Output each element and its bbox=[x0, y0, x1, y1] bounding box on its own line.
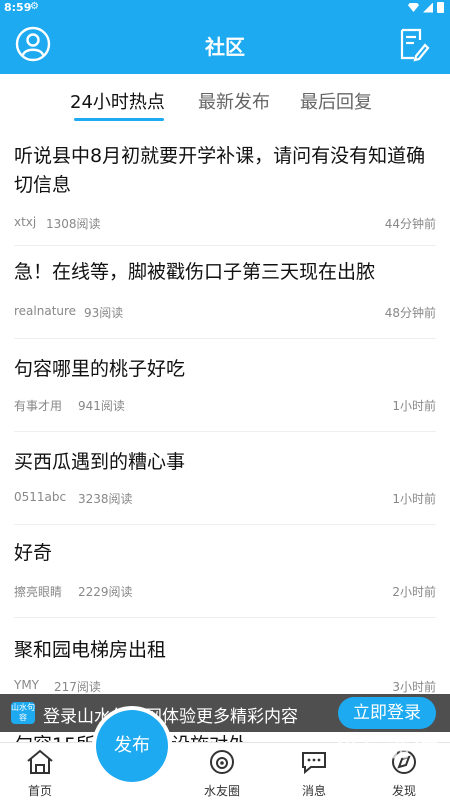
login-button[interactable]: 立即登录 bbox=[338, 697, 436, 729]
post-meta: YMY 217阅读 3小时前 bbox=[14, 676, 436, 696]
page-title: 社区 bbox=[205, 35, 245, 59]
post-title: 聚和园电梯房出租 bbox=[14, 639, 167, 661]
post-item[interactable]: 买西瓜遇到的糟心事 0511abc 3238阅读 1小时前 bbox=[14, 432, 436, 525]
post-author: 擦亮眼睛 bbox=[14, 585, 63, 599]
tab-circle[interactable]: 水友圈 bbox=[192, 749, 252, 799]
post-list: 听说县中8月初就要开学补课，请问有没有知道确切信息 xtxj 1308阅读 44… bbox=[0, 126, 450, 698]
post-title: 好奇 bbox=[14, 542, 53, 564]
tab-discover-label: 发现 bbox=[391, 784, 416, 798]
post-meta: 有事才用 941阅读 1小时前 bbox=[14, 395, 436, 415]
post-title: 急！在线等，脚被戳伤口子第三天现在出脓 bbox=[14, 261, 376, 283]
tab-messages-label: 消息 bbox=[301, 784, 326, 798]
post-meta: 擦亮眼睛 2229阅读 2小时前 bbox=[14, 581, 436, 601]
login-banner-text: 登录山水句容网体验更多精彩内容 bbox=[43, 707, 298, 727]
tab-home[interactable]: 首页 bbox=[10, 749, 70, 799]
login-banner: 山水句容 登录山水句容网体验更多精彩内容 立即登录 bbox=[0, 694, 450, 732]
tab-circle-label: 水友圈 bbox=[203, 784, 240, 798]
post-item[interactable]: 好奇 擦亮眼睛 2229阅读 2小时前 bbox=[14, 525, 436, 618]
post-time: 2小时前 bbox=[392, 585, 436, 599]
wifi-icon bbox=[408, 3, 419, 12]
watermark-sub: rengwan bbox=[336, 763, 383, 773]
post-time: 1小时前 bbox=[392, 492, 436, 506]
post-reads: 217阅读 bbox=[54, 680, 101, 694]
post-reads: 2229阅读 bbox=[78, 585, 133, 599]
post-meta: xtxj 1308阅读 44分钟前 bbox=[14, 213, 436, 233]
post-author: 0511abc bbox=[14, 490, 67, 504]
post-meta: 0511abc 3238阅读 1小时前 bbox=[14, 488, 436, 508]
compose-button[interactable] bbox=[394, 26, 430, 62]
camera-circle-icon bbox=[210, 750, 234, 774]
post-author: YMY bbox=[14, 678, 40, 692]
edit-note-icon bbox=[400, 28, 430, 62]
post-item[interactable]: 聚和园电梯房出租 YMY 217阅读 3小时前 bbox=[14, 618, 436, 698]
post-reads: 941阅读 bbox=[78, 399, 125, 413]
post-reads: 93阅读 bbox=[84, 306, 124, 320]
post-author: realnature bbox=[14, 304, 77, 318]
tab-last-reply[interactable]: 最后回复 bbox=[300, 88, 372, 114]
post-title: 句容哪里的桃子好吃 bbox=[14, 358, 186, 380]
home-icon bbox=[27, 749, 53, 774]
publish-button[interactable]: 发布 bbox=[96, 710, 168, 782]
post-reads: 3238阅读 bbox=[78, 492, 133, 506]
post-title: 听说县中8月初就要开学补课，请问有没有知道确切信息 bbox=[14, 145, 426, 196]
status-icons bbox=[408, 2, 444, 13]
watermark-title: 仍玩游戏 bbox=[336, 734, 440, 762]
post-meta: realnature 93阅读 48分钟前 bbox=[14, 302, 436, 322]
status-bar: 8:59 ⚙ bbox=[0, 0, 450, 16]
signal-icon bbox=[423, 2, 433, 13]
watermark: 仍玩游戏 rengwan bbox=[336, 728, 440, 773]
tab-home-label: 首页 bbox=[27, 784, 52, 798]
post-time: 1小时前 bbox=[392, 399, 436, 413]
post-item[interactable]: 急！在线等，脚被戳伤口子第三天现在出脓 realnature 93阅读 48分钟… bbox=[14, 246, 436, 339]
post-time: 44分钟前 bbox=[384, 217, 436, 231]
tab-latest[interactable]: 最新发布 bbox=[198, 88, 270, 114]
tab-messages[interactable]: 消息 bbox=[284, 749, 344, 799]
status-time: 8:59 bbox=[4, 1, 32, 14]
post-reads: 1308阅读 bbox=[46, 217, 101, 231]
active-tab-indicator bbox=[74, 118, 164, 121]
post-item[interactable]: 听说县中8月初就要开学补课，请问有没有知道确切信息 xtxj 1308阅读 44… bbox=[14, 126, 436, 246]
battery-icon bbox=[437, 2, 444, 13]
post-title: 买西瓜遇到的糟心事 bbox=[14, 451, 186, 473]
app-header: 社区 bbox=[0, 16, 450, 74]
post-time: 48分钟前 bbox=[384, 306, 436, 320]
app-logo: 山水句容 bbox=[11, 702, 35, 724]
post-author: 有事才用 bbox=[14, 399, 63, 413]
feed-tabs: 24小时热点 最新发布 最后回复 bbox=[0, 74, 450, 126]
post-time: 3小时前 bbox=[392, 680, 436, 694]
post-item[interactable]: 句容哪里的桃子好吃 有事才用 941阅读 1小时前 bbox=[14, 339, 436, 432]
tab-24h-hot[interactable]: 24小时热点 bbox=[70, 88, 165, 114]
settings-status-icon: ⚙ bbox=[30, 1, 39, 12]
message-icon bbox=[302, 752, 326, 775]
post-author: xtxj bbox=[14, 215, 37, 229]
